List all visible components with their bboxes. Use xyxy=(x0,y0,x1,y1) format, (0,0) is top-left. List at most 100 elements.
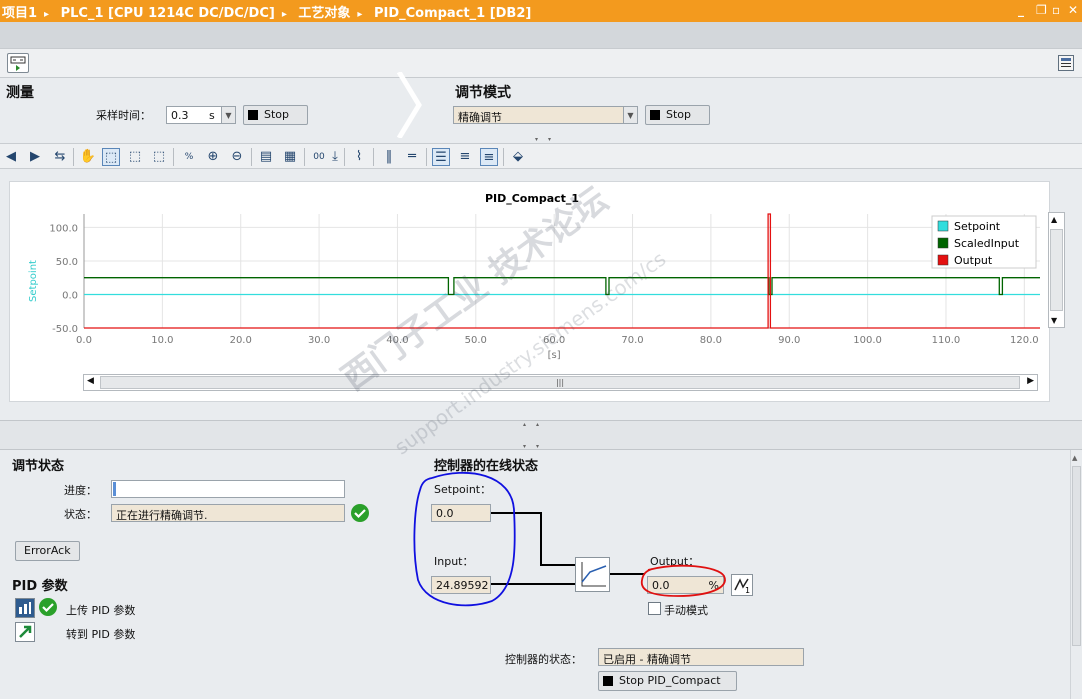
legend-item: Setpoint xyxy=(954,220,1001,233)
splitter-handle[interactable]: ▾▾ xyxy=(523,136,573,143)
scroll-thumb[interactable] xyxy=(1072,466,1081,646)
restore-icon[interactable]: ❐ xyxy=(1036,3,1047,17)
stop-pid-compact-button[interactable]: Stop PID_Compact xyxy=(598,671,737,691)
forward-icon[interactable]: ▶ xyxy=(26,148,44,166)
x-tick-label: 10.0 xyxy=(151,335,173,346)
tuning-mode-value: 精确调节 xyxy=(458,111,502,124)
upload-params-icon[interactable] xyxy=(15,598,35,618)
zoom-history-icon[interactable]: ⇆ xyxy=(51,148,69,166)
svg-text:1: 1 xyxy=(745,586,750,595)
scroll-thumb[interactable] xyxy=(1050,229,1063,311)
legend-swatch xyxy=(937,220,949,232)
fit-curves-icon[interactable]: ▦ xyxy=(281,148,299,166)
toolbar-separator xyxy=(373,148,374,166)
legend-swatch xyxy=(937,237,949,249)
zoom-vertical-icon[interactable]: ⬚ xyxy=(150,148,168,166)
align-right-icon[interactable]: ≡ xyxy=(480,148,498,166)
panel-splitter[interactable]: ▴▴ ▾▾ xyxy=(0,420,1082,450)
manual-mode-label: 手动模式 xyxy=(664,604,708,617)
tuning-stop-button[interactable]: Stop xyxy=(645,105,710,125)
measurement-heading: 测量 xyxy=(6,85,34,101)
scroll-thumb[interactable]: ||| xyxy=(100,376,1020,389)
trend-icon[interactable]: ⌇ xyxy=(350,148,368,166)
zoom-out-icon[interactable]: ⊖ xyxy=(228,148,246,166)
breadcrumb-item[interactable]: PLC_1 [CPU 1214C DC/DC/DC] xyxy=(61,6,275,21)
progress-label: 进度： xyxy=(64,484,97,497)
color-fill-icon[interactable]: ⬙ xyxy=(509,148,527,166)
sample-time-unit: s xyxy=(209,109,215,122)
top-toolbar xyxy=(0,48,1082,78)
blue-annotation-ring xyxy=(413,471,516,607)
chart-horizontal-scrollbar[interactable]: ◀ ||| ▶ xyxy=(83,374,1038,391)
y-tick-label: 100.0 xyxy=(49,223,78,234)
zoom-100-icon[interactable]: % xyxy=(180,148,198,166)
manual-mode-checkbox[interactable] xyxy=(648,602,661,615)
series-line-scaledinput xyxy=(84,277,1040,296)
x-tick-label: 110.0 xyxy=(932,335,961,346)
section-divider-chevron xyxy=(396,72,422,138)
x-tick-label: 80.0 xyxy=(700,335,722,346)
erroack-button[interactable]: ErrorAck xyxy=(15,541,80,561)
toolbar-separator xyxy=(304,148,305,166)
stop-icon xyxy=(248,110,258,120)
chart-toolbar: ◀ ▶ ⇆ ✋ ⬚ ⬚ ⬚ % ⊕ ⊖ ▤ ▦ 00 ⤓ ⌇ ‖ ═ ☰ ≡ ≡… xyxy=(0,143,1082,169)
x-tick-label: 100.0 xyxy=(853,335,882,346)
progress-fill xyxy=(113,482,116,496)
commissioning-icon[interactable] xyxy=(7,53,29,73)
float-icon[interactable]: ▫ xyxy=(1052,3,1060,17)
goto-params-label[interactable]: 转到 PID 参数 xyxy=(66,626,135,642)
align-left-icon[interactable]: ≡ xyxy=(456,148,474,166)
legend-item: ScaledInput xyxy=(954,237,1020,250)
x-tick-label: 0.0 xyxy=(76,335,92,346)
sample-time-label: 采样时间： xyxy=(96,109,151,122)
toolbar-separator xyxy=(73,148,74,166)
right-panel-edge: ▲ xyxy=(1070,450,1082,699)
vertical-ruler-icon[interactable]: ‖ xyxy=(380,148,398,166)
chart-vertical-scrollbar[interactable]: ▲ ▼ xyxy=(1048,212,1065,328)
stop-label: Stop xyxy=(264,108,290,121)
x-tick-label: 20.0 xyxy=(230,335,252,346)
download-icon[interactable]: ⤓ xyxy=(326,148,344,166)
x-tick-label: 50.0 xyxy=(465,335,487,346)
checkmark-icon xyxy=(351,504,369,522)
scroll-up-icon[interactable]: ▲ xyxy=(1072,454,1077,462)
panel-layout-icon[interactable] xyxy=(1058,55,1074,71)
tuning-mode-heading: 调节模式 xyxy=(455,85,511,101)
breadcrumb-item[interactable]: 工艺对象 xyxy=(298,6,350,21)
measurement-stop-button[interactable]: Stop xyxy=(243,105,308,125)
splitter-handle-up-icon[interactable]: ▴▴ xyxy=(523,421,573,428)
upload-params-label[interactable]: 上传 PID 参数 xyxy=(66,602,135,618)
chevron-down-icon[interactable]: ▼ xyxy=(221,107,235,123)
x-tick-label: 120.0 xyxy=(1010,335,1039,346)
toolbar-separator xyxy=(344,148,345,166)
header-spacer xyxy=(0,22,1082,48)
x-tick-label: 90.0 xyxy=(778,335,800,346)
sample-time-input[interactable]: 0.3 s ▼ xyxy=(166,106,236,124)
scroll-up-icon[interactable]: ▲ xyxy=(1051,215,1057,224)
zoom-horizontal-icon[interactable]: ⬚ xyxy=(126,148,144,166)
scroll-left-icon[interactable]: ◀ xyxy=(87,376,94,386)
scroll-down-icon[interactable]: ▼ xyxy=(1051,316,1057,325)
red-annotation-ring xyxy=(640,564,726,597)
close-icon[interactable]: ✕ xyxy=(1068,3,1078,17)
minimize-icon[interactable]: _ xyxy=(1018,3,1024,17)
fit-all-icon[interactable]: ▤ xyxy=(257,148,275,166)
horizontal-ruler-icon[interactable]: ═ xyxy=(403,148,421,166)
zoom-area-icon[interactable]: ⬚ xyxy=(102,148,120,166)
chevron-down-icon[interactable]: ▼ xyxy=(623,107,637,123)
legend-swatch xyxy=(937,254,949,266)
stop-icon xyxy=(603,676,613,686)
toolbar-separator xyxy=(426,148,427,166)
breadcrumb-item[interactable]: PID_Compact_1 [DB2] xyxy=(374,6,531,21)
legend-icon[interactable]: ☰ xyxy=(432,148,450,166)
tuning-mode-select[interactable]: 精确调节 ▼ xyxy=(453,106,638,124)
goto-params-arrow-icon[interactable] xyxy=(15,622,35,642)
scroll-right-icon[interactable]: ▶ xyxy=(1027,376,1034,386)
splitter-handle-down-icon[interactable]: ▾▾ xyxy=(523,443,573,450)
breadcrumb-item[interactable]: 项目1 xyxy=(2,6,37,21)
x-tick-label: 30.0 xyxy=(308,335,330,346)
back-icon[interactable]: ◀ xyxy=(2,148,20,166)
zoom-in-icon[interactable]: ⊕ xyxy=(204,148,222,166)
manual-output-edit-icon[interactable]: 1 xyxy=(731,574,753,596)
pan-hand-icon[interactable]: ✋ xyxy=(79,148,97,166)
